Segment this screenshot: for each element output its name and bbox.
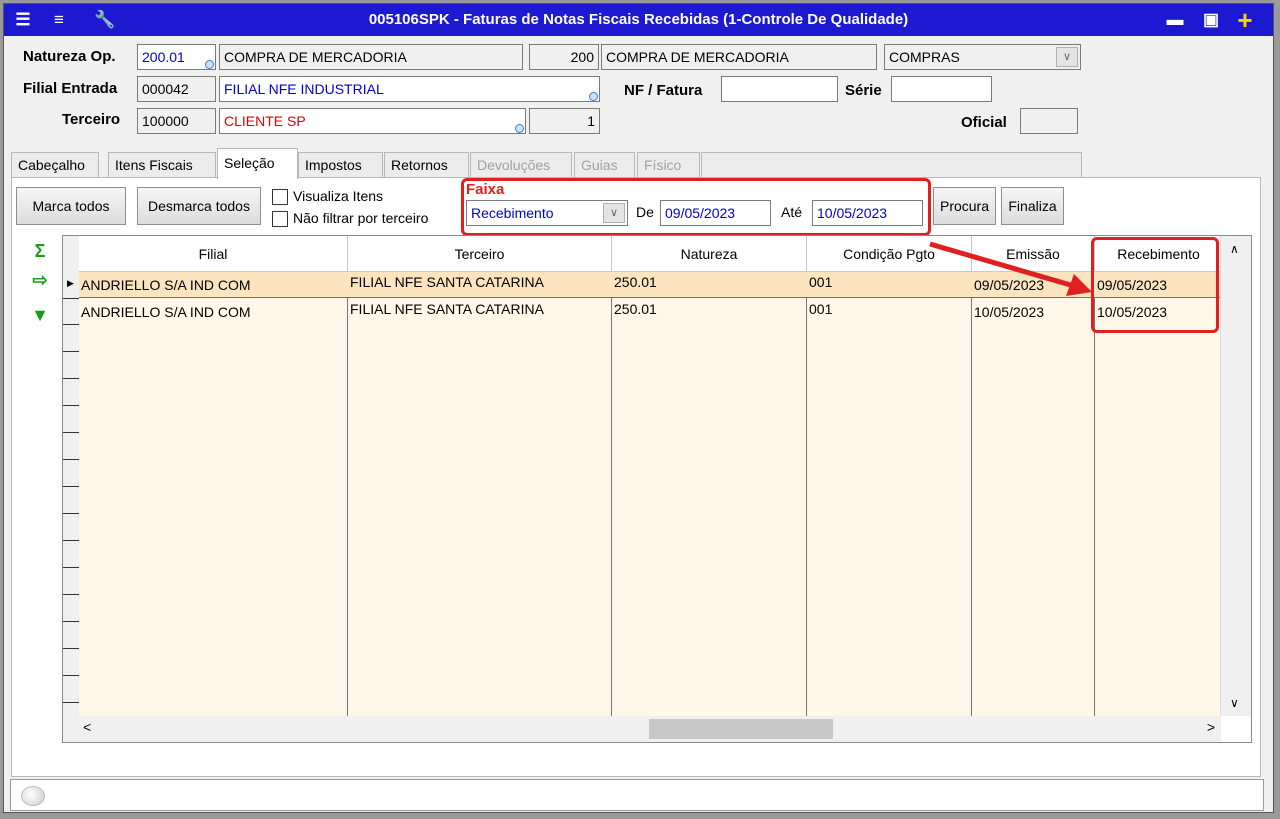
tab-itens-fiscais[interactable]: Itens Fiscais — [108, 152, 216, 177]
column-condicao — [807, 272, 972, 716]
terceiro-num-field: 1 — [529, 108, 600, 134]
invoice-grid[interactable]: ▶ Filial Terceiro Natureza Condição Pgto… — [62, 235, 1252, 743]
cell-terceiro: FILIAL NFE SANTA CATARINA — [350, 274, 544, 290]
tab-guias[interactable]: Guias — [574, 152, 635, 177]
finish-button[interactable]: Finaliza — [1001, 187, 1064, 225]
lookup-icon[interactable] — [589, 92, 598, 101]
row-indicator — [63, 351, 79, 379]
scroll-right-icon[interactable]: > — [1207, 719, 1215, 735]
row-indicator — [63, 324, 79, 352]
column-header-filial[interactable]: Filial — [79, 236, 348, 272]
serie-input[interactable] — [891, 76, 992, 102]
lookup-icon[interactable] — [205, 60, 214, 69]
maximize-icon[interactable]: ▣ — [1200, 9, 1222, 31]
row-indicator — [63, 648, 79, 676]
natureza-desc-field: COMPRA DE MERCADORIA — [219, 44, 523, 70]
row-indicator — [63, 567, 79, 595]
cell-emissao: 10/05/2023 — [974, 304, 1045, 320]
cell-natureza: 250.01 — [614, 301, 657, 317]
sigma-icon[interactable]: Σ — [26, 240, 54, 262]
row-indicator — [63, 459, 79, 487]
main-window: ☰ ≡ 🔧 005106SPK - Faturas de Notas Fisca… — [3, 3, 1274, 813]
no-filter-label: Não filtrar por terceiro — [293, 210, 429, 226]
filial-code-field: 000042 — [137, 76, 216, 102]
unmark-all-button[interactable]: Desmarca todos — [137, 187, 261, 225]
current-row-arrow-icon: ▶ — [67, 278, 74, 288]
column-terceiro — [348, 272, 612, 716]
natureza-code-field[interactable]: 200.01 — [137, 44, 216, 70]
vertical-scrollbar[interactable]: ∧ ∨ — [1220, 236, 1251, 716]
chevron-down-icon[interactable]: ∨ — [1056, 47, 1078, 67]
row-indicator — [63, 378, 79, 406]
horizontal-scrollbar[interactable]: < > — [79, 716, 1221, 742]
tab-selecao[interactable]: Seleção — [217, 148, 298, 179]
tab-retornos[interactable]: Retornos — [384, 152, 469, 177]
mark-all-button[interactable]: Marca todos — [16, 187, 126, 225]
cell-condicao: 001 — [809, 274, 833, 290]
tab-cabecalho[interactable]: Cabeçalho — [11, 152, 99, 177]
cell-natureza: 250.01 — [614, 274, 657, 290]
cell-terceiro: FILIAL NFE SANTA CATARINA — [350, 301, 544, 317]
row-indicator[interactable] — [63, 298, 79, 325]
terceiro-name-field[interactable]: CLIENTE SP — [219, 108, 526, 134]
filial-name-field[interactable]: FILIAL NFE INDUSTRIAL — [219, 76, 600, 102]
oficial-label: Oficial — [961, 114, 1007, 131]
view-items-label: Visualiza Itens — [293, 188, 384, 204]
row-indicator[interactable]: ▶ — [63, 272, 79, 299]
lookup-icon[interactable] — [515, 124, 524, 133]
column-recebimento — [1095, 272, 1223, 716]
row-indicator-column: ▶ — [63, 236, 80, 742]
filial-label: Filial Entrada — [23, 80, 118, 97]
tab-fisico[interactable]: Físico — [637, 152, 700, 177]
cell-condicao: 001 — [809, 301, 833, 317]
terceiro-label: Terceiro — [62, 111, 121, 128]
column-natureza — [612, 272, 807, 716]
scroll-up-icon[interactable]: ∧ — [1230, 242, 1239, 256]
view-items-checkbox[interactable] — [272, 189, 288, 205]
no-filter-checkbox[interactable] — [272, 211, 288, 227]
add-icon[interactable]: + — [1234, 7, 1256, 33]
cell-filial: ANDRIELLO S/A IND COM — [81, 277, 251, 293]
search-button[interactable]: Procura — [933, 187, 996, 225]
tab-impostos[interactable]: Impostos — [298, 152, 383, 177]
column-emissao — [972, 272, 1095, 716]
column-filial — [79, 272, 348, 716]
status-bar — [10, 779, 1264, 811]
row-indicator — [63, 594, 79, 622]
serie-label: Série — [845, 82, 882, 99]
tab-devolucoes[interactable]: Devoluções — [470, 152, 572, 177]
oficial-field — [1020, 108, 1078, 134]
scroll-down-icon[interactable]: ∨ — [1230, 696, 1239, 710]
natureza-label: Natureza Op. — [23, 48, 116, 65]
column-header-natureza[interactable]: Natureza — [612, 236, 807, 272]
scroll-left-icon[interactable]: < — [83, 719, 91, 735]
row-indicator — [63, 540, 79, 568]
row-indicator — [63, 675, 79, 703]
title-bar: ☰ ≡ 🔧 005106SPK - Faturas de Notas Fisca… — [4, 4, 1273, 36]
natureza-desc2-field: COMPRA DE MERCADORIA — [601, 44, 877, 70]
highlight-arrow-icon — [929, 241, 1092, 296]
minimize-icon[interactable]: ▬ — [1164, 9, 1186, 31]
row-indicator — [63, 621, 79, 649]
row-indicator — [63, 513, 79, 541]
scroll-thumb[interactable] — [649, 719, 833, 739]
status-indicator-icon — [21, 786, 45, 806]
row-indicator — [63, 486, 79, 514]
nf-fatura-input[interactable] — [721, 76, 838, 102]
nf-label: NF / Fatura — [624, 82, 703, 99]
natureza-code2-field: 200 — [529, 44, 599, 70]
row-indicator — [63, 432, 79, 460]
export-icon[interactable]: ⇨ — [26, 269, 54, 291]
expand-down-icon[interactable]: ▼ — [26, 304, 54, 326]
terceiro-code-field: 100000 — [137, 108, 216, 134]
cell-filial: ANDRIELLO S/A IND COM — [81, 304, 251, 320]
tab-filler — [701, 152, 1082, 177]
faixa-highlight-box — [461, 178, 931, 236]
natureza-type-select[interactable]: COMPRAS ∨ — [884, 44, 1081, 70]
recebimento-highlight-box — [1091, 237, 1219, 333]
column-header-terceiro[interactable]: Terceiro — [348, 236, 612, 272]
window-title: 005106SPK - Faturas de Notas Fiscais Rec… — [368, 11, 909, 28]
row-indicator — [63, 405, 79, 433]
